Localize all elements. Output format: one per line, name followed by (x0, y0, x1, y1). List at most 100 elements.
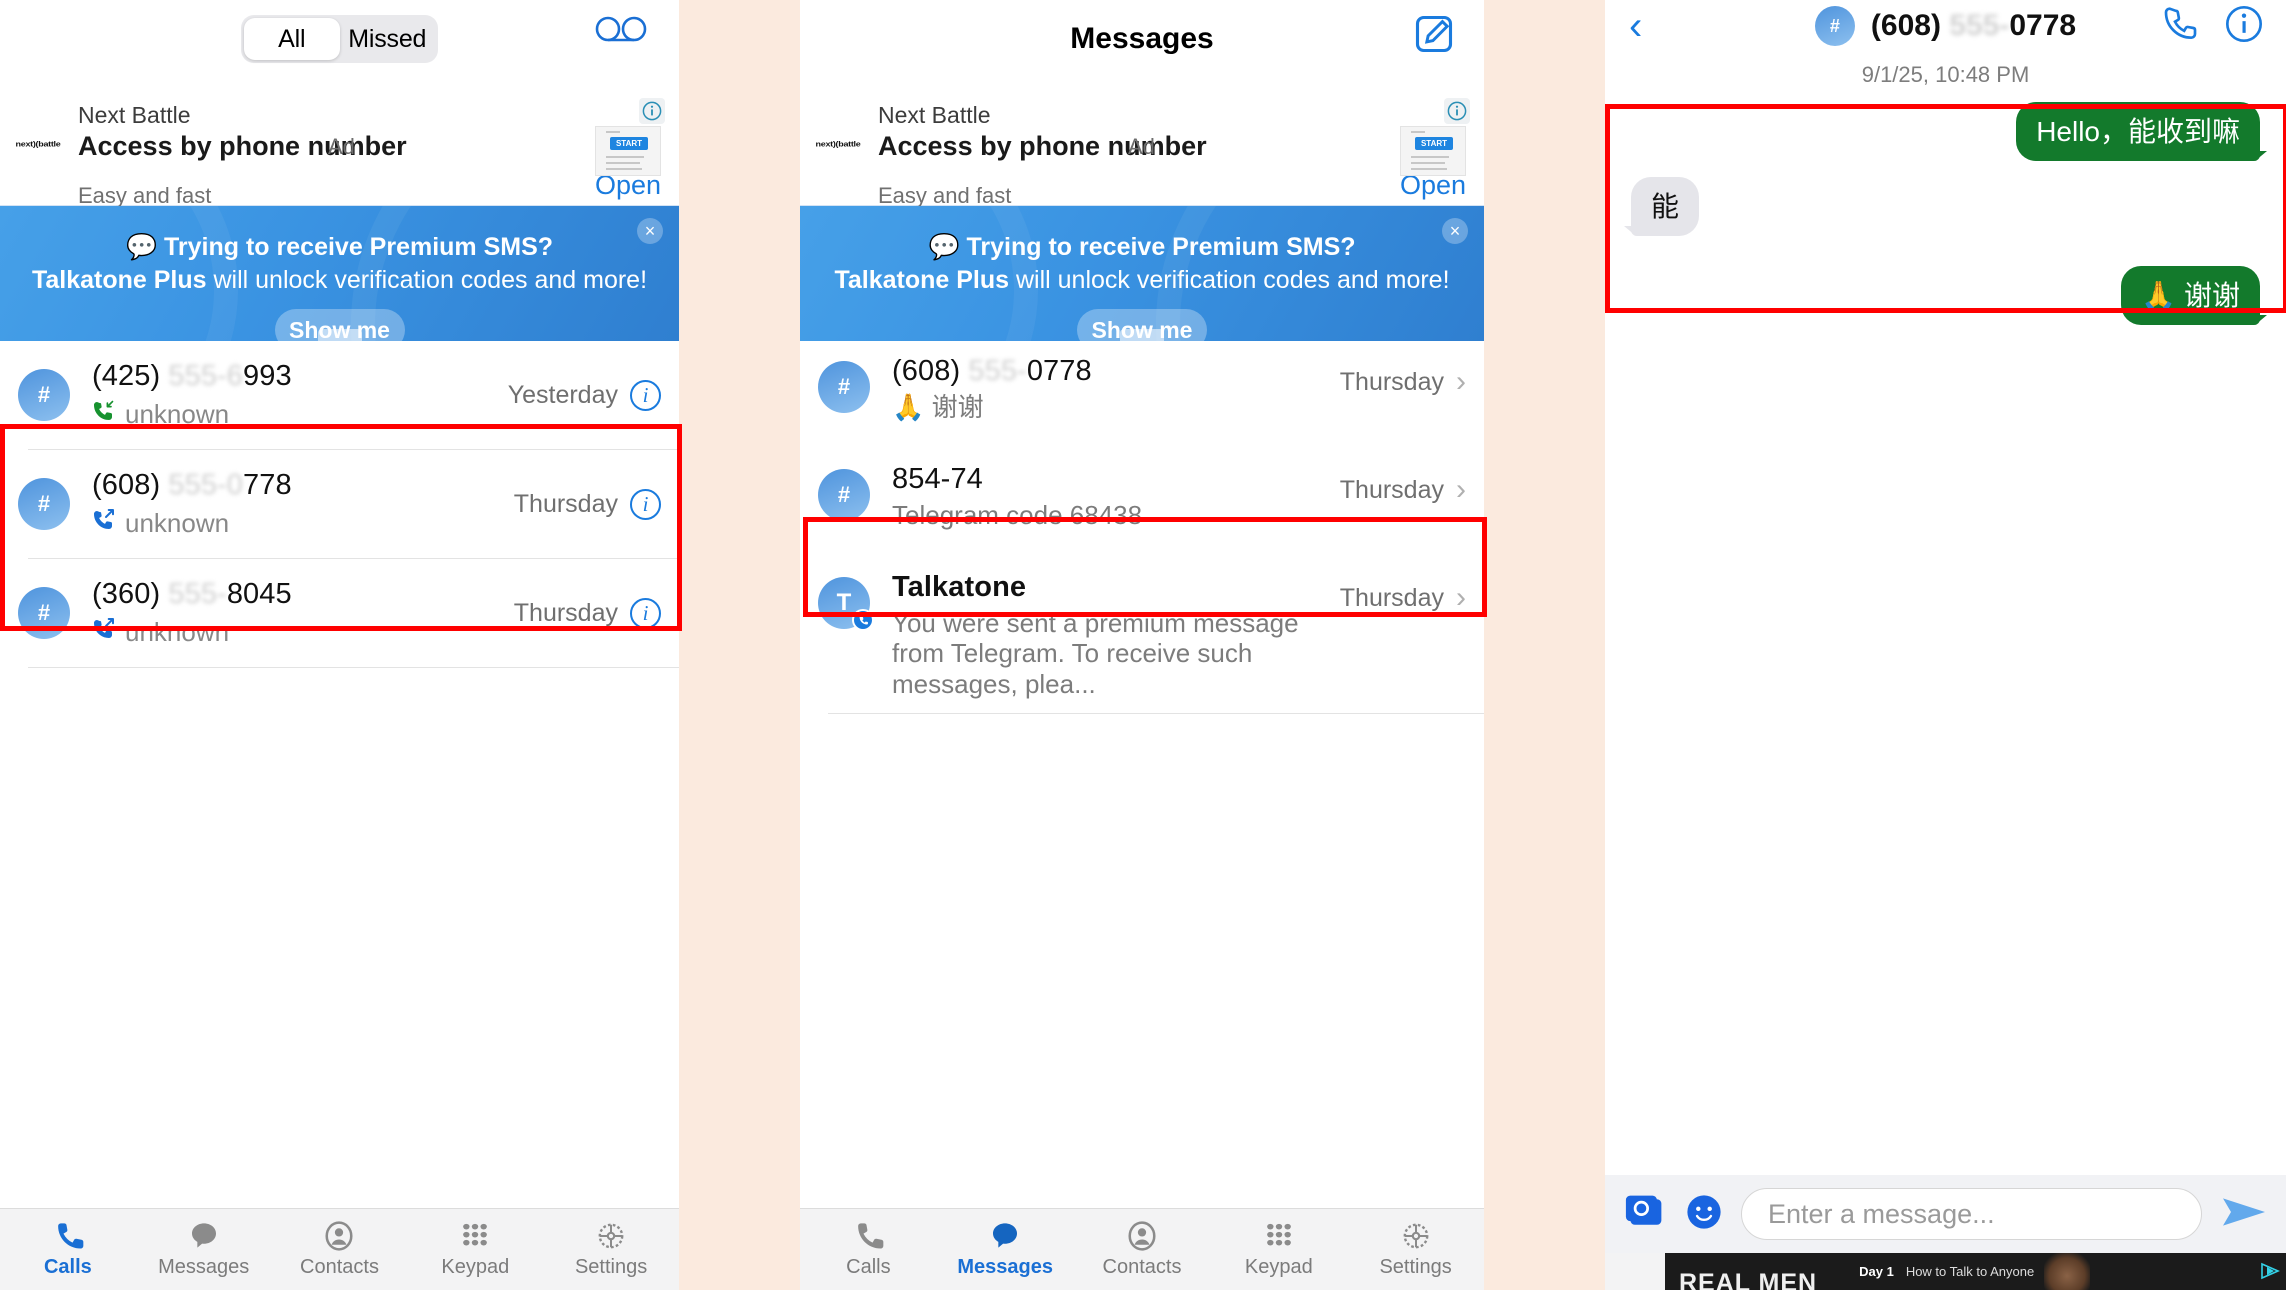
message-placeholder: Enter a message... (1768, 1198, 1995, 1229)
calls-segmented-control[interactable]: All Missed (241, 15, 438, 63)
call-number-suffix: 8045 (226, 578, 292, 610)
promo-handle (317, 329, 362, 341)
tab-messages[interactable]: Messages (136, 1209, 272, 1290)
list-item[interactable]: # 854-74 Telegram code 68438 Thursday › (800, 449, 1484, 557)
message-time: Thursday (1339, 367, 1444, 396)
message-bubble[interactable]: Hello，能收到嘛 (2016, 102, 2267, 161)
promo-line1: 💬 Trying to receive Premium SMS? (125, 233, 554, 261)
bottom-ad-headline: REAL MEN (1679, 1269, 1818, 1290)
thread-contact-name: (608) 555-0778 (1871, 9, 2076, 43)
tab-calls[interactable]: Calls (800, 1209, 937, 1290)
call-number-prefix: (608) (92, 469, 169, 501)
tab-keypad[interactable]: Keypad (407, 1209, 543, 1290)
call-number-redacted: 555-0 (168, 469, 244, 501)
conversation-title-redacted: 555- (968, 355, 1027, 387)
call-time: Yesterday (507, 380, 618, 409)
ad-tag: Ad (328, 134, 355, 159)
voicemail-icon[interactable] (595, 14, 647, 53)
info-icon[interactable] (2224, 4, 2264, 49)
compose-icon[interactable] (1412, 12, 1456, 61)
tab-settings[interactable]: Settings (1347, 1209, 1484, 1290)
outgoing-call-icon (92, 508, 118, 539)
avatar-initial: # (18, 369, 70, 421)
table-row[interactable]: # (360) 555-8045 unknown Thursday i (0, 559, 679, 667)
info-icon[interactable]: i (630, 379, 661, 411)
call-row-sub: unknown (92, 508, 514, 539)
ad-banner-messages[interactable]: next)(battle Next Battle Access by phone… (800, 78, 1484, 208)
info-icon[interactable]: i (630, 488, 661, 520)
avatar: # (18, 587, 70, 639)
list-item[interactable]: T Talkatone You were sent a premium mess… (800, 557, 1484, 714)
promo-line1: 💬 Trying to receive Premium SMS? (928, 233, 1356, 261)
call-list: # (425) 555-6993 unknown Yesterday i # (… (0, 341, 679, 668)
call-row-right: Thursday i (514, 488, 661, 520)
tab-keypad[interactable]: Keypad (1210, 1209, 1347, 1290)
tabbar-messages: Calls Messages Contacts Keypad Settings (800, 1208, 1484, 1290)
ad-info-icon[interactable] (1444, 98, 1470, 124)
search-input[interactable]: Enter a message... (1741, 1188, 2202, 1240)
message-bubble[interactable]: 🙏 谢谢 (2121, 266, 2267, 325)
message-row-main: 854-74 Telegram code 68438 (892, 463, 1340, 530)
send-icon[interactable] (2220, 1192, 2268, 1237)
outgoing-call-icon (92, 617, 118, 648)
table-row[interactable]: # (425) 555-6993 unknown Yesterday i (0, 341, 679, 449)
call-time: Thursday (513, 598, 618, 627)
promo-line2-rest: will unlock verification codes and more! (206, 266, 648, 294)
message-bubble[interactable]: 能 (1623, 177, 1700, 236)
ad-info-icon[interactable] (639, 98, 665, 124)
tab-contacts[interactable]: Contacts (272, 1209, 408, 1290)
message-time: Thursday (1339, 475, 1444, 504)
tab-settings[interactable]: Settings (543, 1209, 679, 1290)
ad-logo-text: next)(battle (15, 139, 61, 149)
divider (828, 713, 1484, 715)
call-row-right: Thursday i (513, 597, 661, 629)
promo-close-icon[interactable]: × (637, 218, 663, 244)
back-chevron-icon[interactable]: ‹ (1629, 6, 1642, 46)
ad-headline: Access by phone number (78, 131, 407, 161)
ad-brand: Next Battle (78, 102, 191, 128)
ad-advertiser-logo: next)(battle (806, 120, 870, 168)
tab-contacts[interactable]: Contacts (1074, 1209, 1211, 1290)
bottom-ad-banner[interactable]: REAL MEN Day 1 How to Talk to Anyone (1605, 1253, 2286, 1290)
segment-all[interactable]: All (244, 18, 340, 60)
promo-handle (1120, 329, 1164, 341)
tab-label: Settings (574, 1256, 648, 1278)
promo-banner-calls[interactable]: × 💬 Trying to receive Premium SMS? Talka… (0, 206, 679, 341)
avatar: # (818, 469, 870, 521)
message-preview: Telegram code 68438 (892, 500, 1143, 530)
thread-header: ‹ # (608) 555-0778 (1605, 0, 2286, 52)
call-number-redacted: 555- (168, 578, 227, 610)
conversation-title: (608) 555-0778 (892, 355, 1340, 388)
camera-icon[interactable] (1623, 1192, 1667, 1237)
conversation-title-prefix: (608) (892, 355, 969, 387)
call-row-right: Yesterday i (507, 379, 661, 411)
phone-icon[interactable] (2158, 4, 2198, 49)
tab-label: Contacts (300, 1256, 379, 1278)
tab-label: Messages (158, 1256, 250, 1278)
ad-banner-calls[interactable]: next)(battle Next Battle Access by phone… (0, 78, 679, 208)
info-icon[interactable]: i (630, 597, 661, 629)
thread-actions (2158, 4, 2264, 49)
call-number: (608) 555-0778 (92, 469, 514, 502)
messages-header: Messages (800, 0, 1484, 78)
message-row-right: Thursday › (1340, 581, 1466, 615)
panel-thread: ‹ # (608) 555-0778 9/1/25, 10:48 PM Hell… (1605, 0, 2286, 1290)
list-item[interactable]: # (608) 555-0778 🙏 谢谢 Thursday › (800, 341, 1484, 449)
promo-banner-messages[interactable]: × 💬 Trying to receive Premium SMS? Talka… (800, 206, 1484, 341)
conversation-title: 854-74 (892, 463, 983, 495)
tab-messages[interactable]: Messages (937, 1209, 1074, 1290)
emoji-icon[interactable] (1685, 1193, 1723, 1236)
incoming-call-icon (92, 399, 118, 430)
ad-thumb-cta: START (610, 137, 648, 150)
tab-label: Calls (43, 1256, 92, 1278)
ad-brand: Next Battle (878, 102, 991, 128)
ad-logo-text: next)(battle (815, 139, 861, 149)
table-row[interactable]: # (608) 555-0778 unknown Thursday i (0, 450, 679, 558)
segment-missed[interactable]: Missed (340, 18, 436, 60)
ad-thumbnail[interactable]: START (1400, 126, 1466, 176)
tab-calls[interactable]: Calls (0, 1209, 136, 1290)
promo-close-icon[interactable]: × (1442, 218, 1468, 244)
call-status-label: unknown (125, 617, 230, 647)
admob-icon[interactable] (2260, 1261, 2280, 1286)
ad-thumbnail[interactable]: START (595, 126, 661, 176)
